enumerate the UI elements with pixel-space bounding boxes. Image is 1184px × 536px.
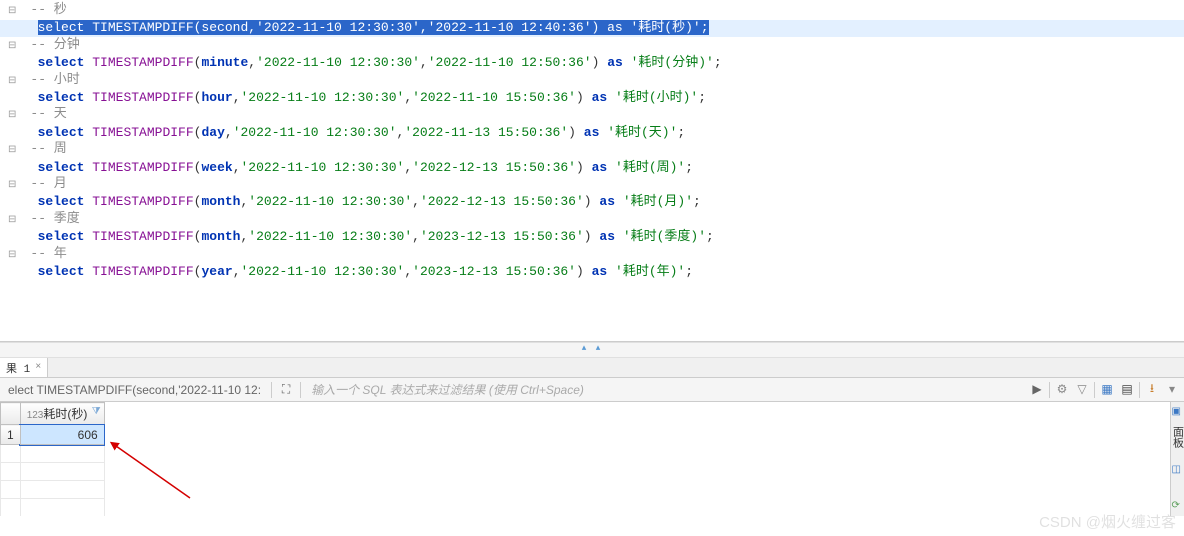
- fold-icon[interactable]: ⊟: [8, 6, 16, 17]
- code-line[interactable]: select TIMESTAMPDIFF(hour,'2022-11-10 12…: [0, 90, 1184, 106]
- separator: [1049, 382, 1050, 398]
- more-icon[interactable]: ▾: [1164, 382, 1180, 398]
- result-area: 123耗时(秒) ⧩ 1 606 ▣ 面板 ◫ ⟳: [0, 402, 1184, 516]
- column-filter-icon[interactable]: ⧩: [92, 406, 101, 417]
- fold-icon[interactable]: ⊟: [8, 110, 16, 121]
- sql-statement: select TIMESTAMPDIFF(month,'2022-11-10 1…: [38, 229, 714, 244]
- column-header[interactable]: 123耗时(秒) ⧩: [20, 403, 104, 425]
- refresh-icon[interactable]: ⟳: [1172, 500, 1184, 512]
- panel-label[interactable]: 面板: [1170, 426, 1184, 448]
- code-line[interactable]: ⊟-- 年: [0, 246, 1184, 264]
- code-line[interactable]: select TIMESTAMPDIFF(day,'2022-11-10 12:…: [0, 125, 1184, 141]
- play-icon[interactable]: ▶: [1029, 382, 1045, 398]
- tab-label: 果 1: [6, 360, 30, 376]
- comment-text: -- 月: [16, 176, 66, 192]
- code-line[interactable]: select TIMESTAMPDIFF(year,'2022-11-10 12…: [0, 264, 1184, 280]
- column-name: 耗时(秒): [43, 407, 87, 421]
- sql-statement: select TIMESTAMPDIFF(day,'2022-11-10 12:…: [38, 125, 686, 140]
- code-line[interactable]: ⊟-- 周: [0, 141, 1184, 159]
- code-line[interactable]: ⊟-- 秒: [0, 2, 1184, 20]
- code-line[interactable]: select TIMESTAMPDIFF(month,'2022-11-10 1…: [0, 229, 1184, 245]
- separator: [1094, 382, 1095, 398]
- comment-text: -- 小时: [16, 72, 79, 88]
- table-row-empty: [1, 445, 105, 463]
- code-line[interactable]: select TIMESTAMPDIFF(week,'2022-11-10 12…: [0, 160, 1184, 176]
- separator: [1139, 382, 1140, 398]
- result-tabs: 果 1 ×: [0, 358, 1184, 378]
- sql-statement: select TIMESTAMPDIFF(hour,'2022-11-10 12…: [38, 90, 706, 105]
- splitter-handle-icon[interactable]: ▴ ▴: [582, 343, 602, 353]
- fold-icon[interactable]: ⊟: [8, 180, 16, 191]
- grid-icon[interactable]: ▦: [1099, 382, 1115, 398]
- table-row-empty: [1, 481, 105, 499]
- result-grid[interactable]: 123耗时(秒) ⧩ 1 606: [0, 402, 1170, 516]
- code-line[interactable]: ⊟-- 天: [0, 106, 1184, 124]
- sql-statement: select TIMESTAMPDIFF(second,'2022-11-10 …: [38, 20, 709, 35]
- settings-icon[interactable]: ⚙: [1054, 382, 1070, 398]
- result-tab-1[interactable]: 果 1 ×: [0, 358, 48, 377]
- type-indicator: 123: [27, 410, 44, 421]
- side-panel: ▣ 面板 ◫ ⟳: [1170, 402, 1184, 516]
- code-line[interactable]: ⊟-- 季度: [0, 211, 1184, 229]
- code-line[interactable]: select TIMESTAMPDIFF(second,'2022-11-10 …: [0, 20, 1184, 36]
- sql-statement: select TIMESTAMPDIFF(week,'2022-11-10 12…: [38, 160, 693, 175]
- result-toolbar: elect TIMESTAMPDIFF(second,'2022-11-10 1…: [0, 378, 1184, 402]
- expand-icon[interactable]: ⛶: [278, 382, 294, 398]
- sql-statement: select TIMESTAMPDIFF(minute,'2022-11-10 …: [38, 55, 722, 70]
- table-row[interactable]: 1 606: [1, 425, 105, 445]
- separator: [271, 382, 272, 398]
- sql-statement: select TIMESTAMPDIFF(month,'2022-11-10 1…: [38, 194, 701, 209]
- text-icon[interactable]: ▤: [1119, 382, 1135, 398]
- fold-icon[interactable]: ⊟: [8, 76, 16, 87]
- code-line[interactable]: select TIMESTAMPDIFF(month,'2022-11-10 1…: [0, 194, 1184, 210]
- collapse-icon[interactable]: ◫: [1172, 464, 1184, 476]
- sql-statement: select TIMESTAMPDIFF(year,'2022-11-10 12…: [38, 264, 693, 279]
- fold-icon[interactable]: ⊟: [8, 145, 16, 156]
- comment-text: -- 季度: [16, 211, 79, 227]
- close-icon[interactable]: ×: [35, 362, 41, 373]
- separator: [300, 382, 301, 398]
- editor-scrollbar[interactable]: ▴ ▴: [0, 342, 1184, 358]
- comment-text: -- 天: [16, 106, 66, 122]
- code-line[interactable]: ⊟-- 月: [0, 176, 1184, 194]
- comment-text: -- 秒: [16, 2, 66, 18]
- filter-funnel-icon[interactable]: ▽: [1074, 382, 1090, 398]
- code-line[interactable]: ⊟-- 分钟: [0, 37, 1184, 55]
- corner-cell: [1, 403, 21, 425]
- code-line[interactable]: select TIMESTAMPDIFF(minute,'2022-11-10 …: [0, 55, 1184, 71]
- export-icon[interactable]: ⭳: [1144, 382, 1160, 398]
- fold-icon[interactable]: ⊟: [8, 215, 16, 226]
- row-number: 1: [1, 425, 21, 445]
- table-row-empty: [1, 463, 105, 481]
- cell-value[interactable]: 606: [20, 425, 104, 445]
- code-line[interactable]: ⊟-- 小时: [0, 72, 1184, 90]
- table-row-empty: [1, 499, 105, 517]
- panel-toggle-icon[interactable]: ▣: [1172, 406, 1184, 418]
- query-summary: elect TIMESTAMPDIFF(second,'2022-11-10 1…: [4, 383, 265, 397]
- comment-text: -- 年: [16, 246, 66, 262]
- comment-text: -- 分钟: [16, 37, 79, 53]
- filter-input[interactable]: 输入一个 SQL 表达式来过滤结果 (使用 Ctrl+Space): [307, 381, 1023, 398]
- sql-editor[interactable]: ⊟-- 秒 select TIMESTAMPDIFF(second,'2022-…: [0, 0, 1184, 342]
- comment-text: -- 周: [16, 141, 66, 157]
- fold-icon[interactable]: ⊟: [8, 250, 16, 261]
- fold-icon[interactable]: ⊟: [8, 41, 16, 52]
